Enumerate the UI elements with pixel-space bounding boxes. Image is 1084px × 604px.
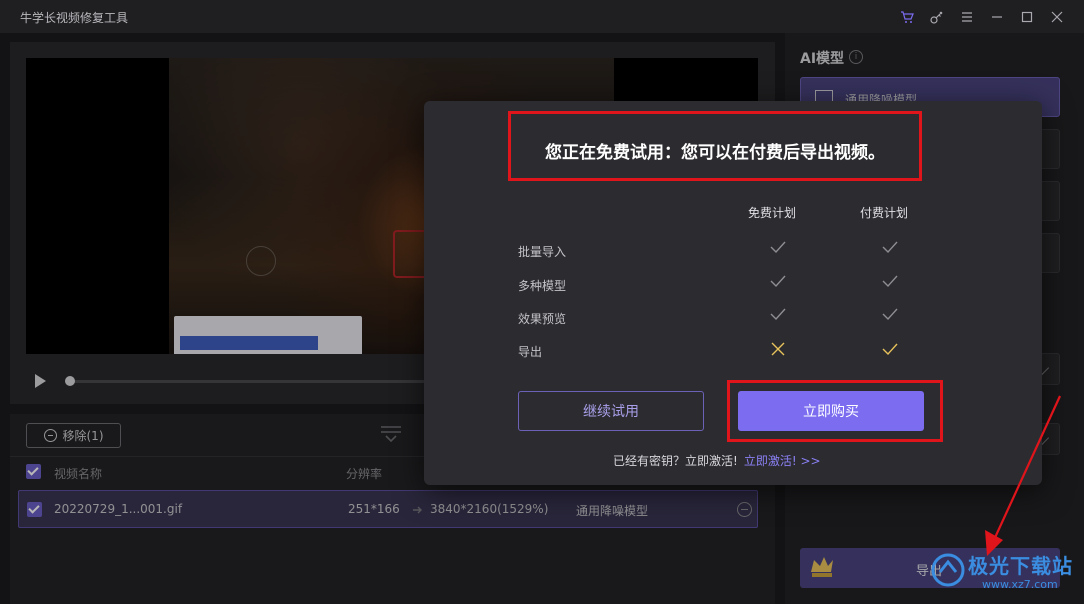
check-icon — [882, 343, 898, 356]
watermark-logo-icon — [931, 553, 965, 587]
app-title: 牛学长视频修复工具 — [20, 11, 129, 25]
feature-label: 多种模型 — [518, 279, 567, 293]
watermark-text: 极光下载站 — [968, 554, 1073, 578]
activate-link[interactable]: 立即激活! >> — [744, 454, 821, 468]
title-bar-icons — [896, 6, 1068, 28]
annotation-arrow — [985, 395, 1061, 556]
plan-header-paid: 付费计划 — [859, 206, 908, 220]
activate-prompt: 已经有密钥？立即激活! — [613, 454, 738, 468]
title-annotation-box: 您正在免费试用：您可以在付费后导出视频。 — [508, 111, 922, 181]
check-icon — [770, 275, 786, 288]
title-bar: 牛学长视频修复工具 — [0, 0, 1084, 33]
menu-icon[interactable] — [956, 6, 978, 28]
check-icon — [882, 308, 898, 321]
activate-line: 已经有密钥？立即激活! 立即激活! >> — [613, 452, 821, 469]
check-icon — [882, 275, 898, 288]
close-icon[interactable] — [1046, 6, 1068, 28]
feature-label: 批量导入 — [518, 245, 567, 259]
minimize-icon[interactable] — [986, 6, 1008, 28]
check-icon — [770, 308, 786, 321]
check-icon — [882, 241, 898, 254]
watermark-url: www.xz7.com — [982, 578, 1058, 591]
trial-dialog: 您正在免费试用：您可以在付费后导出视频。 免费计划 付费计划 批量导入 多种模型… — [424, 101, 1042, 485]
check-icon — [770, 241, 786, 254]
plan-header-free: 免费计划 — [747, 206, 796, 220]
feature-label: 导出 — [518, 345, 543, 359]
key-icon[interactable] — [926, 6, 948, 28]
app-window: 牛学长视频修复工具 移除(1) 视频名称 分辨率 20220729_1...00… — [0, 0, 1084, 604]
watermark: 极光下载站 www.xz7.com — [930, 546, 1080, 602]
feature-label: 效果预览 — [518, 312, 567, 326]
cart-icon[interactable] — [896, 6, 918, 28]
dialog-title: 您正在免费试用：您可以在付费后导出视频。 — [545, 143, 885, 163]
buy-now-button[interactable]: 立即购买 — [738, 391, 924, 431]
maximize-icon[interactable] — [1016, 6, 1038, 28]
continue-trial-button[interactable]: 继续试用 — [518, 391, 704, 431]
cross-icon — [771, 342, 785, 356]
buy-annotation-box: 立即购买 — [727, 380, 943, 442]
